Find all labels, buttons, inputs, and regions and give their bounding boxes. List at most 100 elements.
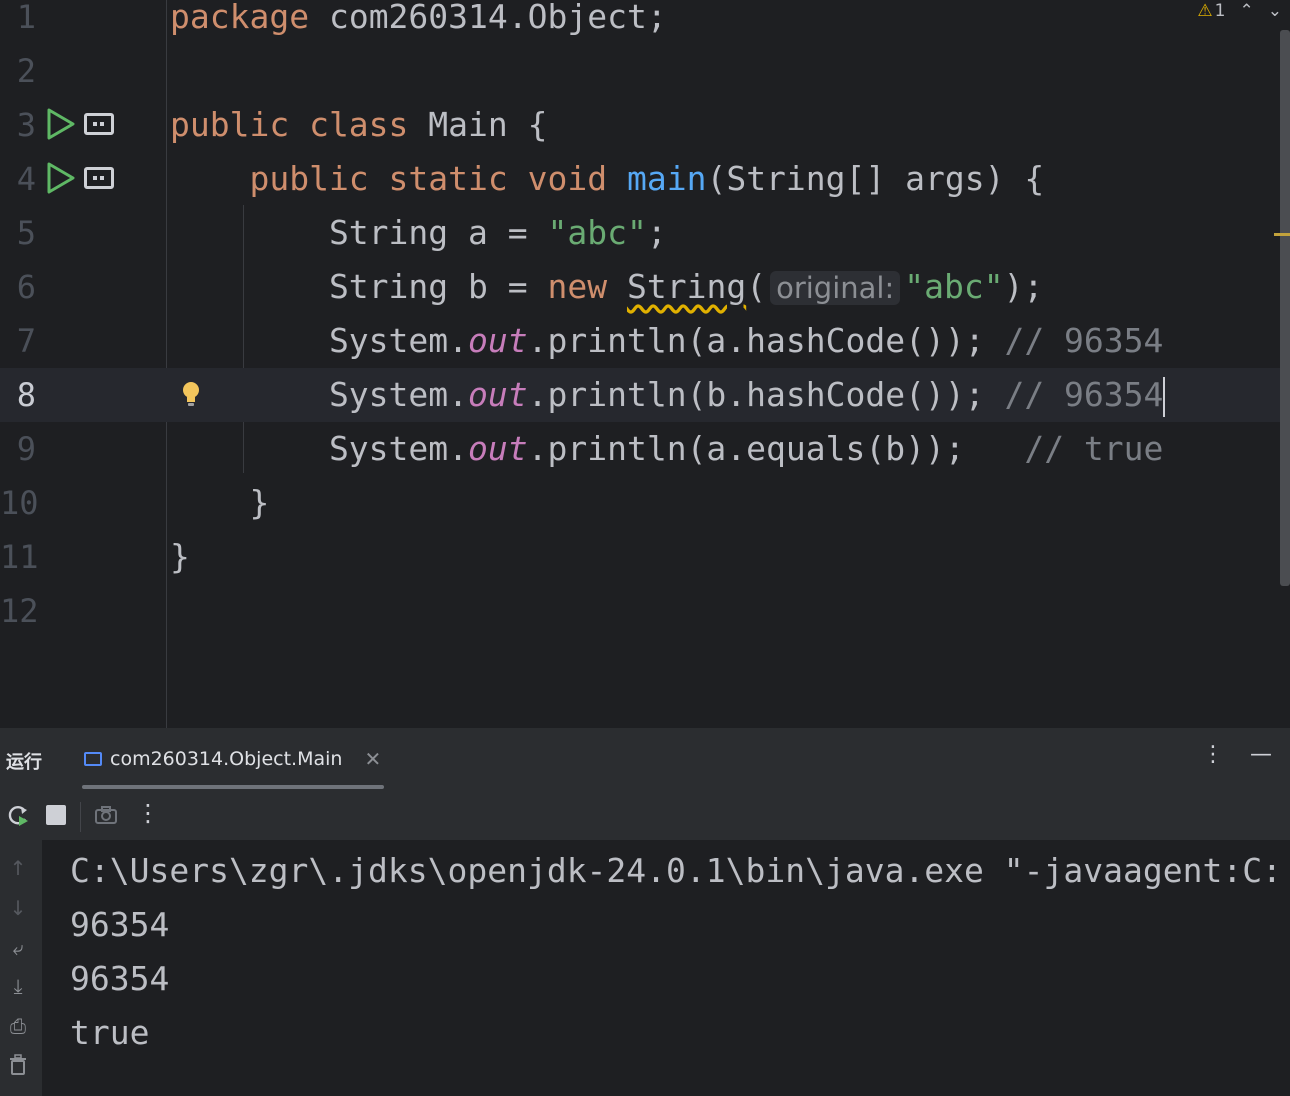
code-line[interactable]: 4 public static void main(String[] args)…	[0, 152, 1280, 206]
line-number[interactable]: 9	[0, 422, 36, 476]
run-toolbar: ⋮	[0, 790, 1290, 840]
code-token: Main {	[428, 105, 548, 144]
warning-icon: ⚠	[1197, 1, 1213, 21]
console-line: 96354	[70, 905, 170, 944]
run-tab-label: com260314.Object.Main	[110, 748, 343, 770]
code-token: }	[170, 483, 270, 522]
code-text[interactable]: package com260314.Object;	[170, 0, 667, 44]
code-line[interactable]: 2	[0, 44, 1280, 98]
code-token: (	[746, 267, 767, 306]
camera-icon[interactable]	[94, 805, 118, 825]
code-token: out	[468, 429, 528, 468]
code-token: System.	[170, 429, 469, 468]
code-line[interactable]: 5 String a = "abc";	[0, 206, 1280, 260]
line-number[interactable]: 4	[0, 152, 36, 206]
soft-wrap-icon[interactable]: ⤶	[6, 936, 30, 960]
stop-icon[interactable]	[46, 805, 66, 825]
line-number[interactable]: 1	[0, 0, 36, 44]
code-token: System.	[170, 375, 469, 414]
code-token: // true	[1024, 429, 1164, 468]
console-line: C:\Users\zgr\.jdks\openjdk-24.0.1\bin\ja…	[70, 851, 1282, 890]
run-panel: 运行 com260314.Object.Main ✕ ⋮ — ⋮ ↑ ↓ ⤶ ⤓	[0, 728, 1290, 1096]
close-tab-icon[interactable]: ✕	[364, 747, 381, 771]
trash-icon[interactable]	[6, 1054, 30, 1076]
run-panel-title: 运行	[6, 752, 42, 773]
more-options-icon[interactable]: ⋮	[1202, 742, 1224, 767]
line-number[interactable]: 3	[0, 98, 36, 152]
print-icon[interactable]: ⎙	[6, 1014, 30, 1038]
code-text[interactable]: String b = new String(original: "abc");	[170, 260, 1043, 315]
parameter-hint: original:	[770, 271, 901, 305]
console-output[interactable]: C:\Users\zgr\.jdks\openjdk-24.0.1\bin\ja…	[42, 840, 1290, 1096]
code-token: String	[626, 267, 747, 306]
code-text[interactable]: }	[170, 476, 269, 530]
console-line: 96354	[70, 959, 170, 998]
code-token: public static void	[170, 159, 627, 198]
code-line[interactable]: 3 public class Main {	[0, 98, 1280, 152]
chevron-down-icon[interactable]: ⌄	[1268, 1, 1282, 21]
chevron-up-icon[interactable]: ⌃	[1240, 1, 1254, 21]
code-text[interactable]: System.out.println(b.hashCode()); // 963…	[170, 368, 1166, 422]
active-tab-indicator	[82, 785, 384, 789]
code-line[interactable]: 1 package com260314.Object;	[0, 0, 1280, 44]
inspection-widget[interactable]: ⚠ 1 ⌃ ⌄	[1197, 0, 1282, 22]
code-text[interactable]: System.out.println(a.hashCode()); // 963…	[170, 314, 1163, 368]
minimize-icon[interactable]: —	[1250, 742, 1272, 767]
line-number[interactable]: 7	[0, 314, 36, 368]
code-token: ;	[646, 213, 667, 252]
code-token: package	[170, 0, 329, 36]
run-tab[interactable]: com260314.Object.Main ✕	[84, 746, 381, 772]
code-token: "abc"	[904, 267, 1004, 306]
lightbulb-icon[interactable]	[180, 380, 202, 408]
code-line[interactable]: 12	[0, 584, 1280, 638]
code-editor[interactable]: 1 package com260314.Object; 2 3 public class…	[0, 0, 1290, 728]
console-side-toolbar: ↑ ↓ ⤶ ⤓ ⎙	[0, 840, 42, 1096]
scroll-to-end-icon[interactable]: ⤓	[6, 974, 30, 998]
arrow-down-icon[interactable]: ↓	[6, 896, 30, 920]
code-text[interactable]: }	[170, 530, 190, 584]
arrow-up-icon[interactable]: ↑	[6, 856, 30, 880]
code-text[interactable]: String a = "abc";	[170, 206, 667, 260]
debug-main-icon[interactable]	[84, 167, 114, 189]
code-token: System.	[170, 321, 469, 360]
code-token: (String[] args) {	[706, 159, 1045, 198]
line-number[interactable]: 10	[0, 476, 39, 530]
code-text[interactable]: public class Main {	[170, 98, 548, 152]
line-number[interactable]: 12	[0, 584, 39, 638]
code-line[interactable]: 11}	[0, 530, 1280, 584]
run-main-icon[interactable]	[46, 161, 76, 195]
code-line[interactable]: 9 System.out.println(a.equals(b)); // tr…	[0, 422, 1280, 476]
toolbar-more-icon[interactable]: ⋮	[136, 801, 160, 825]
code-token: out	[468, 321, 528, 360]
line-number[interactable]: 5	[0, 206, 36, 260]
line-number[interactable]: 8	[0, 368, 36, 422]
editor-scrollbar[interactable]	[1280, 30, 1290, 586]
console-line: true	[70, 1013, 150, 1052]
run-class-icon[interactable]	[46, 107, 76, 141]
code-token: String a =	[170, 213, 548, 252]
text-caret	[1163, 376, 1166, 417]
code-line[interactable]: 6 String b = new String(original: "abc");	[0, 260, 1280, 314]
code-token: new	[547, 267, 627, 306]
warning-stripe-mark[interactable]	[1274, 233, 1290, 236]
code-token: main	[626, 159, 707, 198]
panel-actions: ⋮ —	[1202, 742, 1272, 767]
code-token: // 96354	[1004, 321, 1164, 360]
line-number[interactable]: 2	[0, 44, 36, 98]
run-tabbar: 运行 com260314.Object.Main ✕ ⋮ —	[0, 728, 1290, 791]
line-number[interactable]: 11	[0, 530, 39, 584]
code-token: .println(b.hashCode());	[527, 375, 1005, 414]
code-token: String b =	[170, 267, 548, 306]
code-line[interactable]: 10 }	[0, 476, 1280, 530]
code-text[interactable]: System.out.println(a.equals(b)); // true	[170, 422, 1163, 476]
code-token: .println(a.equals(b));	[527, 429, 1025, 468]
code-token: "abc"	[547, 213, 647, 252]
line-number[interactable]: 6	[0, 260, 36, 314]
window-icon	[84, 752, 102, 766]
code-token: );	[1003, 267, 1044, 306]
code-line[interactable]: 7 System.out.println(a.hashCode()); // 9…	[0, 314, 1280, 368]
code-token: }	[170, 537, 190, 576]
debug-class-icon[interactable]	[84, 113, 114, 135]
rerun-icon[interactable]	[6, 804, 32, 828]
code-text[interactable]: public static void main(String[] args) {	[170, 152, 1044, 206]
